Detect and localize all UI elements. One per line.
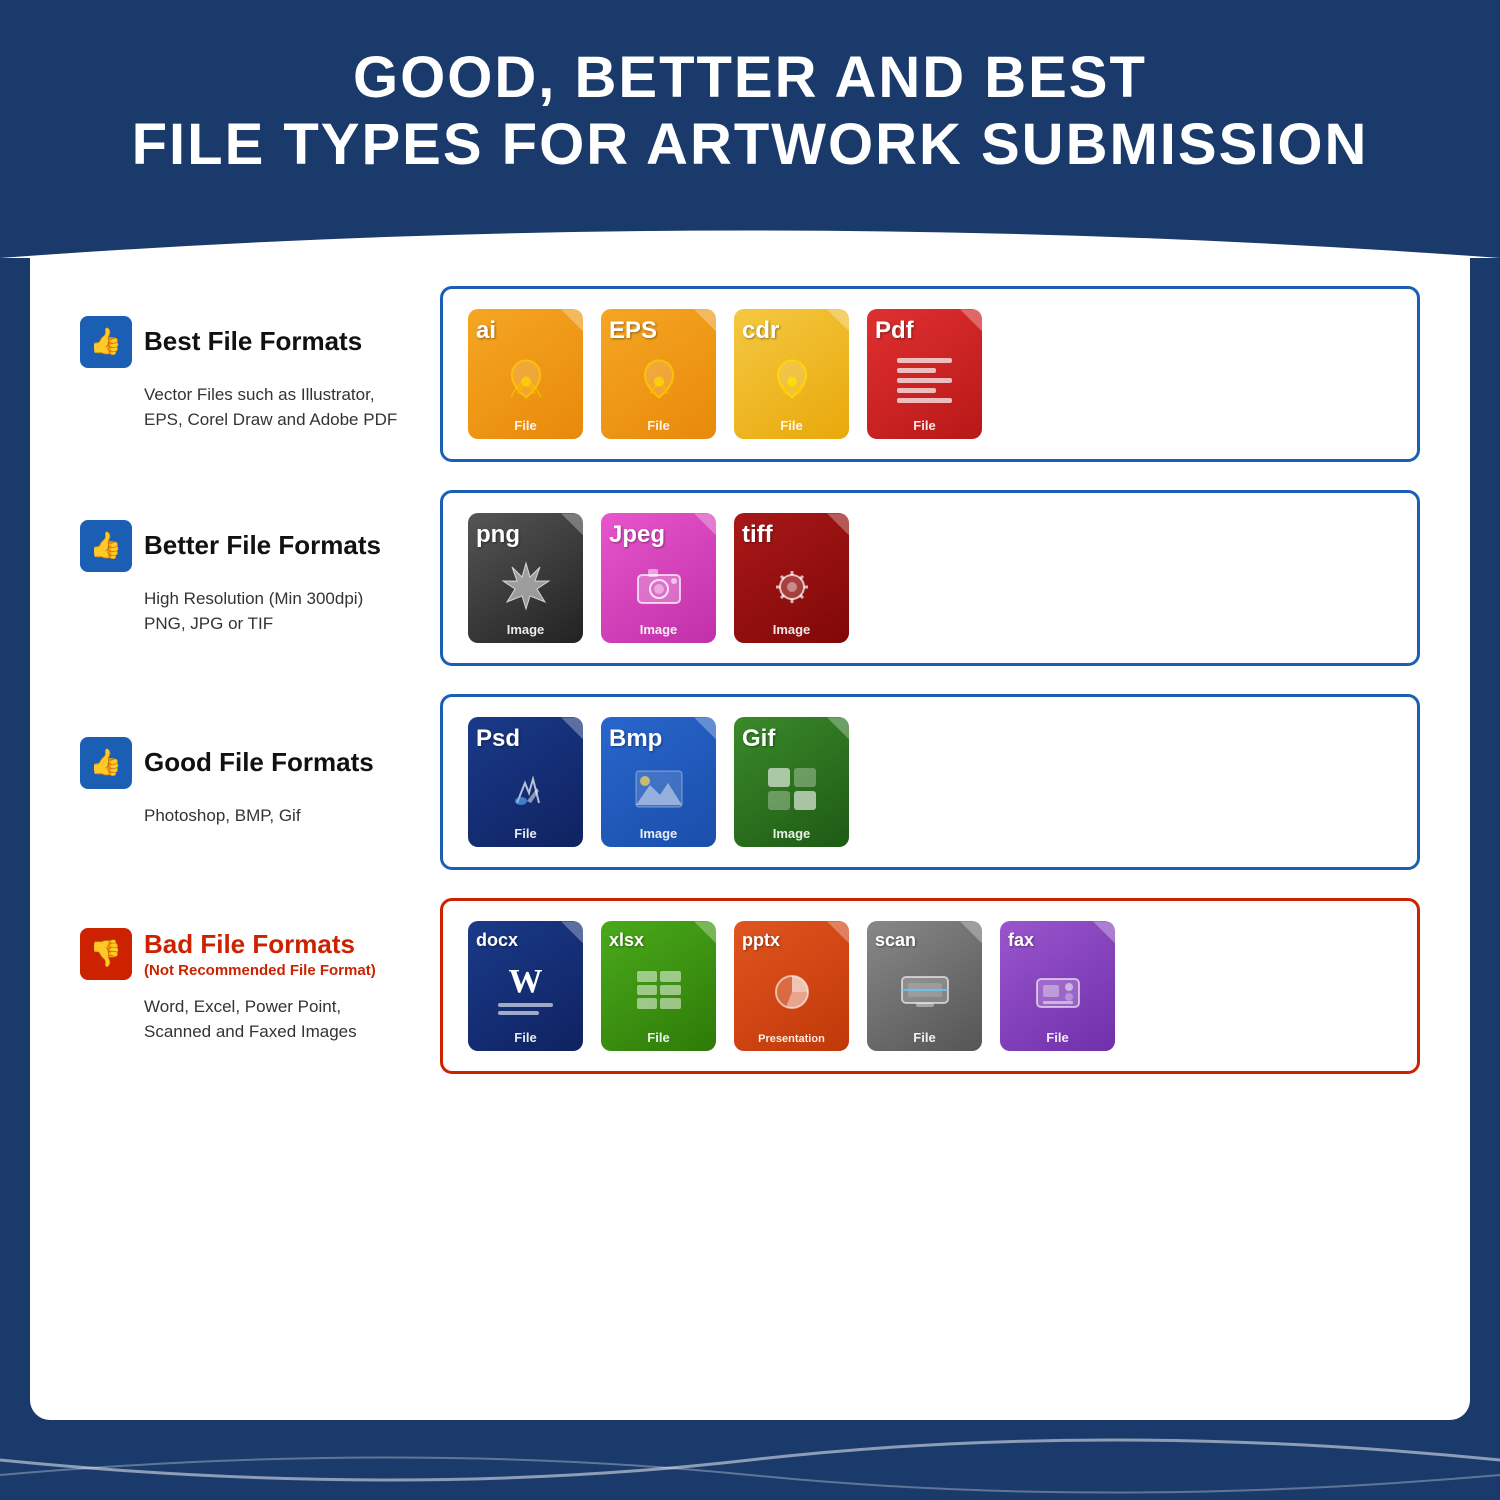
file-icon-png: png Image: [468, 513, 583, 643]
content-area: 👍 Best File Formats Vector Files such as…: [30, 256, 1470, 1390]
bad-icons-container: docx W File xlsx: [440, 898, 1420, 1074]
best-icons-container: ai File EPS: [440, 286, 1420, 462]
bad-title-group: Bad File Formats (Not Recommended File F…: [144, 929, 376, 979]
good-title: Good File Formats: [144, 747, 374, 778]
header-swoosh: [0, 203, 1500, 258]
file-icon-jpeg: Jpeg Image: [601, 513, 716, 643]
better-thumbs-icon: 👍: [80, 520, 132, 572]
ai-vector-icon: [496, 353, 556, 408]
good-icons-container: Psd File Bmp Image: [440, 694, 1420, 870]
bad-formats-row: 👎 Bad File Formats (Not Recommended File…: [80, 898, 1420, 1074]
file-icon-eps: EPS File: [601, 309, 716, 439]
docx-word-icon: W: [498, 965, 553, 1015]
better-label-header: 👍 Better File Formats: [80, 520, 410, 572]
header: GOOD, BETTER AND BEST FILE TYPES FOR ART…: [0, 0, 1500, 208]
bottom-decoration: [0, 1420, 1500, 1500]
good-label: 👍 Good File Formats Photoshop, BMP, Gif: [80, 737, 440, 829]
file-icon-pptx: pptx Presentation: [734, 921, 849, 1051]
best-formats-row: 👍 Best File Formats Vector Files such as…: [80, 286, 1420, 462]
file-icon-pdf: Pdf File: [867, 309, 982, 439]
file-icon-docx: docx W File: [468, 921, 583, 1051]
better-label: 👍 Better File Formats High Resolution (M…: [80, 520, 440, 637]
bad-subtitle: (Not Recommended File Format): [144, 962, 376, 979]
pptx-pie-icon: [763, 970, 821, 1012]
gif-grid-icon: [764, 764, 820, 814]
better-title: Better File Formats: [144, 530, 381, 561]
bad-thumbs-icon: 👎: [80, 928, 132, 980]
file-icon-psd: Psd File: [468, 717, 583, 847]
best-description: Vector Files such as Illustrator,EPS, Co…: [80, 382, 410, 433]
fax-machine-icon: [1029, 969, 1087, 1011]
jpeg-camera-icon: [630, 559, 688, 611]
best-label: 👍 Best File Formats Vector Files such as…: [80, 316, 440, 433]
file-icon-gif: Gif Image: [734, 717, 849, 847]
psd-paint-icon: [497, 763, 555, 815]
pdf-lines-icon: [897, 358, 952, 403]
file-icon-tiff: tiff: [734, 513, 849, 643]
tiff-gear-icon: [763, 559, 821, 611]
good-label-header: 👍 Good File Formats: [80, 737, 410, 789]
good-formats-row: 👍 Good File Formats Photoshop, BMP, Gif …: [80, 694, 1420, 870]
xlsx-grid-icon: [635, 969, 683, 1011]
best-label-header: 👍 Best File Formats: [80, 316, 410, 368]
file-icon-fax: fax File: [1000, 921, 1115, 1051]
cdr-vector-icon: [762, 353, 822, 408]
eps-vector-icon: [629, 353, 689, 408]
file-icon-scan: scan File: [867, 921, 982, 1051]
main-container: GOOD, BETTER AND BEST FILE TYPES FOR ART…: [0, 0, 1500, 1500]
better-icons-container: png Image Jpeg Image: [440, 490, 1420, 666]
bad-description: Word, Excel, Power Point,Scanned and Fax…: [80, 994, 410, 1045]
bad-label: 👎 Bad File Formats (Not Recommended File…: [80, 928, 440, 1045]
png-starburst-icon: [497, 559, 555, 611]
better-description: High Resolution (Min 300dpi)PNG, JPG or …: [80, 586, 410, 637]
good-description: Photoshop, BMP, Gif: [80, 803, 410, 829]
scan-scanner-icon: [896, 969, 954, 1011]
bad-title: Bad File Formats: [144, 929, 376, 960]
page-title: GOOD, BETTER AND BEST FILE TYPES FOR ART…: [60, 45, 1440, 178]
file-icon-bmp: Bmp Image: [601, 717, 716, 847]
content-bottom: [30, 1390, 1470, 1420]
bottom-swoosh-svg: [0, 1420, 1500, 1500]
best-title: Best File Formats: [144, 326, 362, 357]
bmp-mountain-icon: [630, 763, 688, 815]
better-formats-row: 👍 Better File Formats High Resolution (M…: [80, 490, 1420, 666]
good-thumbs-icon: 👍: [80, 737, 132, 789]
file-icon-cdr: cdr File: [734, 309, 849, 439]
bad-label-header: 👎 Bad File Formats (Not Recommended File…: [80, 928, 410, 980]
best-thumbs-icon: 👍: [80, 316, 132, 368]
file-icon-xlsx: xlsx File: [601, 921, 716, 1051]
file-icon-ai: ai File: [468, 309, 583, 439]
